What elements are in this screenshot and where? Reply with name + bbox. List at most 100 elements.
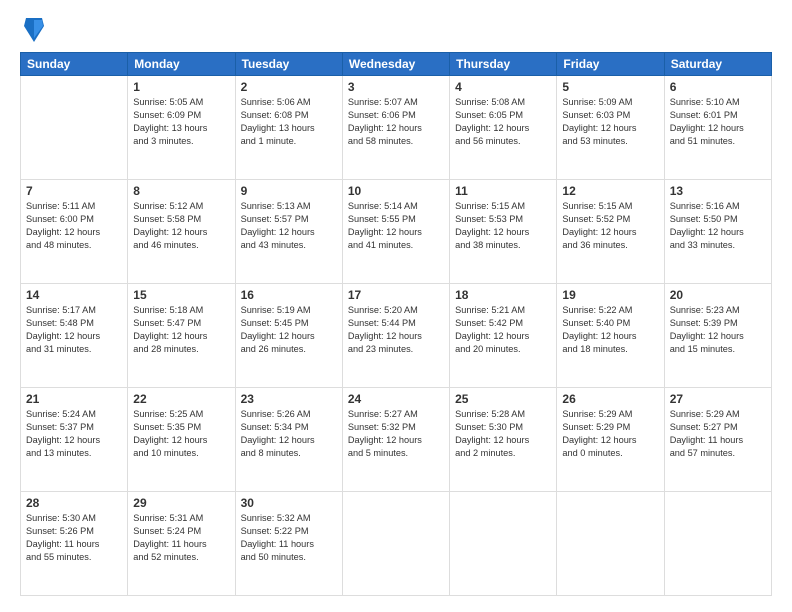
calendar-cell: 4 Sunrise: 5:08 AM Sunset: 6:05 PM Daylig… [450,76,557,180]
calendar-cell: 16 Sunrise: 5:19 AM Sunset: 5:45 PM Dayli… [235,284,342,388]
day-number: 5 [562,80,658,94]
day-info: Sunrise: 5:19 AM Sunset: 5:45 PM Dayligh… [241,304,337,356]
day-number: 14 [26,288,122,302]
calendar-cell: 1 Sunrise: 5:05 AM Sunset: 6:09 PM Daylig… [128,76,235,180]
day-info: Sunrise: 5:07 AM Sunset: 6:06 PM Dayligh… [348,96,444,148]
calendar: SundayMondayTuesdayWednesdayThursdayFrid… [20,52,772,596]
day-info: Sunrise: 5:29 AM Sunset: 5:29 PM Dayligh… [562,408,658,460]
day-number: 8 [133,184,229,198]
calendar-cell: 26 Sunrise: 5:29 AM Sunset: 5:29 PM Dayli… [557,388,664,492]
calendar-body: 1 Sunrise: 5:05 AM Sunset: 6:09 PM Daylig… [21,76,772,596]
day-info: Sunrise: 5:06 AM Sunset: 6:08 PM Dayligh… [241,96,337,148]
day-info: Sunrise: 5:14 AM Sunset: 5:55 PM Dayligh… [348,200,444,252]
day-number: 15 [133,288,229,302]
day-info: Sunrise: 5:32 AM Sunset: 5:22 PM Dayligh… [241,512,337,564]
calendar-cell: 15 Sunrise: 5:18 AM Sunset: 5:47 PM Dayli… [128,284,235,388]
calendar-cell [557,492,664,596]
calendar-cell: 2 Sunrise: 5:06 AM Sunset: 6:08 PM Daylig… [235,76,342,180]
day-number: 23 [241,392,337,406]
calendar-cell: 7 Sunrise: 5:11 AM Sunset: 6:00 PM Daylig… [21,180,128,284]
day-number: 20 [670,288,766,302]
calendar-cell: 24 Sunrise: 5:27 AM Sunset: 5:32 PM Dayli… [342,388,449,492]
day-number: 11 [455,184,551,198]
day-number: 24 [348,392,444,406]
day-number: 9 [241,184,337,198]
calendar-cell [664,492,771,596]
calendar-header: SundayMondayTuesdayWednesdayThursdayFrid… [21,53,772,76]
weekday-header-wednesday: Wednesday [342,53,449,76]
day-number: 16 [241,288,337,302]
day-info: Sunrise: 5:11 AM Sunset: 6:00 PM Dayligh… [26,200,122,252]
calendar-cell: 13 Sunrise: 5:16 AM Sunset: 5:50 PM Dayli… [664,180,771,284]
day-info: Sunrise: 5:17 AM Sunset: 5:48 PM Dayligh… [26,304,122,356]
day-number: 21 [26,392,122,406]
calendar-cell: 20Sunrise: 5:23 AM Sunset: 5:39 PM Dayli… [664,284,771,388]
day-number: 22 [133,392,229,406]
day-number: 13 [670,184,766,198]
day-number: 7 [26,184,122,198]
calendar-cell: 29 Sunrise: 5:31 AM Sunset: 5:24 PM Dayli… [128,492,235,596]
weekday-row: SundayMondayTuesdayWednesdayThursdayFrid… [21,53,772,76]
day-number: 28 [26,496,122,510]
calendar-cell: 10 Sunrise: 5:14 AM Sunset: 5:55 PM Dayli… [342,180,449,284]
weekday-header-saturday: Saturday [664,53,771,76]
day-info: Sunrise: 5:26 AM Sunset: 5:34 PM Dayligh… [241,408,337,460]
week-row-2: 14 Sunrise: 5:17 AM Sunset: 5:48 PM Dayli… [21,284,772,388]
day-info: Sunrise: 5:28 AM Sunset: 5:30 PM Dayligh… [455,408,551,460]
week-row-3: 21Sunrise: 5:24 AM Sunset: 5:37 PM Dayli… [21,388,772,492]
day-info: Sunrise: 5:21 AM Sunset: 5:42 PM Dayligh… [455,304,551,356]
day-number: 17 [348,288,444,302]
day-info: Sunrise: 5:20 AM Sunset: 5:44 PM Dayligh… [348,304,444,356]
calendar-cell: 6Sunrise: 5:10 AM Sunset: 6:01 PM Daylig… [664,76,771,180]
day-number: 2 [241,80,337,94]
day-info: Sunrise: 5:08 AM Sunset: 6:05 PM Dayligh… [455,96,551,148]
day-info: Sunrise: 5:27 AM Sunset: 5:32 PM Dayligh… [348,408,444,460]
page: SundayMondayTuesdayWednesdayThursdayFrid… [0,0,792,612]
week-row-4: 28Sunrise: 5:30 AM Sunset: 5:26 PM Dayli… [21,492,772,596]
calendar-cell: 11Sunrise: 5:15 AM Sunset: 5:53 PM Dayli… [450,180,557,284]
day-info: Sunrise: 5:31 AM Sunset: 5:24 PM Dayligh… [133,512,229,564]
calendar-cell: 28Sunrise: 5:30 AM Sunset: 5:26 PM Dayli… [21,492,128,596]
header [20,16,772,44]
day-info: Sunrise: 5:16 AM Sunset: 5:50 PM Dayligh… [670,200,766,252]
calendar-cell: 5 Sunrise: 5:09 AM Sunset: 6:03 PM Daylig… [557,76,664,180]
day-info: Sunrise: 5:09 AM Sunset: 6:03 PM Dayligh… [562,96,658,148]
day-number: 27 [670,392,766,406]
week-row-1: 7 Sunrise: 5:11 AM Sunset: 6:00 PM Daylig… [21,180,772,284]
day-number: 19 [562,288,658,302]
day-info: Sunrise: 5:18 AM Sunset: 5:47 PM Dayligh… [133,304,229,356]
calendar-cell: 9 Sunrise: 5:13 AM Sunset: 5:57 PM Daylig… [235,180,342,284]
day-info: Sunrise: 5:10 AM Sunset: 6:01 PM Dayligh… [670,96,766,148]
day-info: Sunrise: 5:25 AM Sunset: 5:35 PM Dayligh… [133,408,229,460]
day-number: 12 [562,184,658,198]
day-number: 3 [348,80,444,94]
day-info: Sunrise: 5:13 AM Sunset: 5:57 PM Dayligh… [241,200,337,252]
weekday-header-sunday: Sunday [21,53,128,76]
day-info: Sunrise: 5:22 AM Sunset: 5:40 PM Dayligh… [562,304,658,356]
calendar-cell [450,492,557,596]
weekday-header-thursday: Thursday [450,53,557,76]
day-info: Sunrise: 5:12 AM Sunset: 5:58 PM Dayligh… [133,200,229,252]
logo-icon [22,16,46,44]
calendar-cell: 23 Sunrise: 5:26 AM Sunset: 5:34 PM Dayli… [235,388,342,492]
day-info: Sunrise: 5:05 AM Sunset: 6:09 PM Dayligh… [133,96,229,148]
calendar-cell: 3 Sunrise: 5:07 AM Sunset: 6:06 PM Daylig… [342,76,449,180]
day-number: 25 [455,392,551,406]
day-number: 4 [455,80,551,94]
day-number: 26 [562,392,658,406]
calendar-cell: 18Sunrise: 5:21 AM Sunset: 5:42 PM Dayli… [450,284,557,388]
calendar-cell: 19 Sunrise: 5:22 AM Sunset: 5:40 PM Dayli… [557,284,664,388]
calendar-cell: 25 Sunrise: 5:28 AM Sunset: 5:30 PM Dayli… [450,388,557,492]
day-info: Sunrise: 5:15 AM Sunset: 5:52 PM Dayligh… [562,200,658,252]
day-number: 1 [133,80,229,94]
day-info: Sunrise: 5:29 AM Sunset: 5:27 PM Dayligh… [670,408,766,460]
calendar-cell: 14 Sunrise: 5:17 AM Sunset: 5:48 PM Dayli… [21,284,128,388]
day-number: 29 [133,496,229,510]
calendar-cell: 8 Sunrise: 5:12 AM Sunset: 5:58 PM Daylig… [128,180,235,284]
day-number: 10 [348,184,444,198]
weekday-header-friday: Friday [557,53,664,76]
logo [20,16,46,44]
calendar-cell: 22 Sunrise: 5:25 AM Sunset: 5:35 PM Dayli… [128,388,235,492]
calendar-cell: 17 Sunrise: 5:20 AM Sunset: 5:44 PM Dayli… [342,284,449,388]
calendar-cell [342,492,449,596]
